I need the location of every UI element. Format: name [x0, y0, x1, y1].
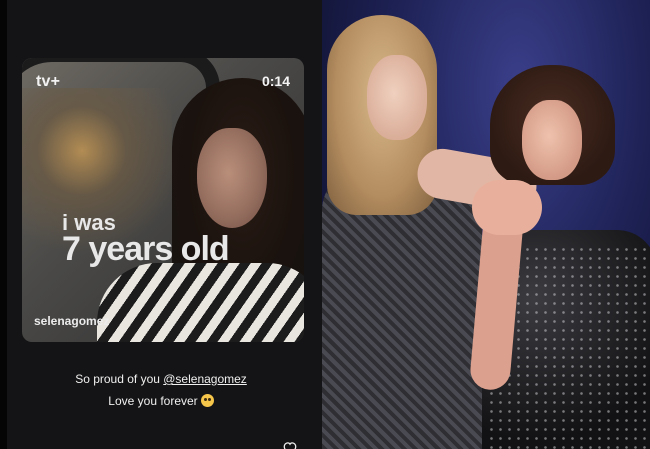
video-timestamp: 0:14 [261, 73, 290, 89]
heart-icon[interactable] [282, 441, 298, 449]
right-person-face [522, 100, 582, 180]
concert-photo [322, 0, 650, 449]
zebra-coat [97, 263, 304, 342]
video-watermark: selenagomez [34, 314, 110, 328]
story-text-love: Love you forever [108, 394, 198, 408]
left-person-face [367, 55, 427, 140]
mention-link[interactable]: @selenagomez [163, 372, 247, 386]
instagram-story: tv+ 0:14 i was 7 years old selenagomez S… [0, 0, 322, 449]
person-face [197, 128, 267, 228]
story-text-prefix: So proud of you [75, 372, 164, 386]
apple-tv-logo: tv+ [34, 73, 60, 91]
caption-line-2: 7 years old [62, 230, 230, 268]
holding-hands [472, 180, 542, 235]
story-text-line-2: Love you forever [0, 394, 322, 408]
story-text-line-1: So proud of you @selenagomez [0, 372, 322, 386]
tv-plus-label: tv+ [36, 73, 61, 90]
video-clip[interactable]: tv+ 0:14 i was 7 years old selenagomez [22, 58, 304, 342]
pleading-face-emoji-icon [200, 394, 214, 407]
